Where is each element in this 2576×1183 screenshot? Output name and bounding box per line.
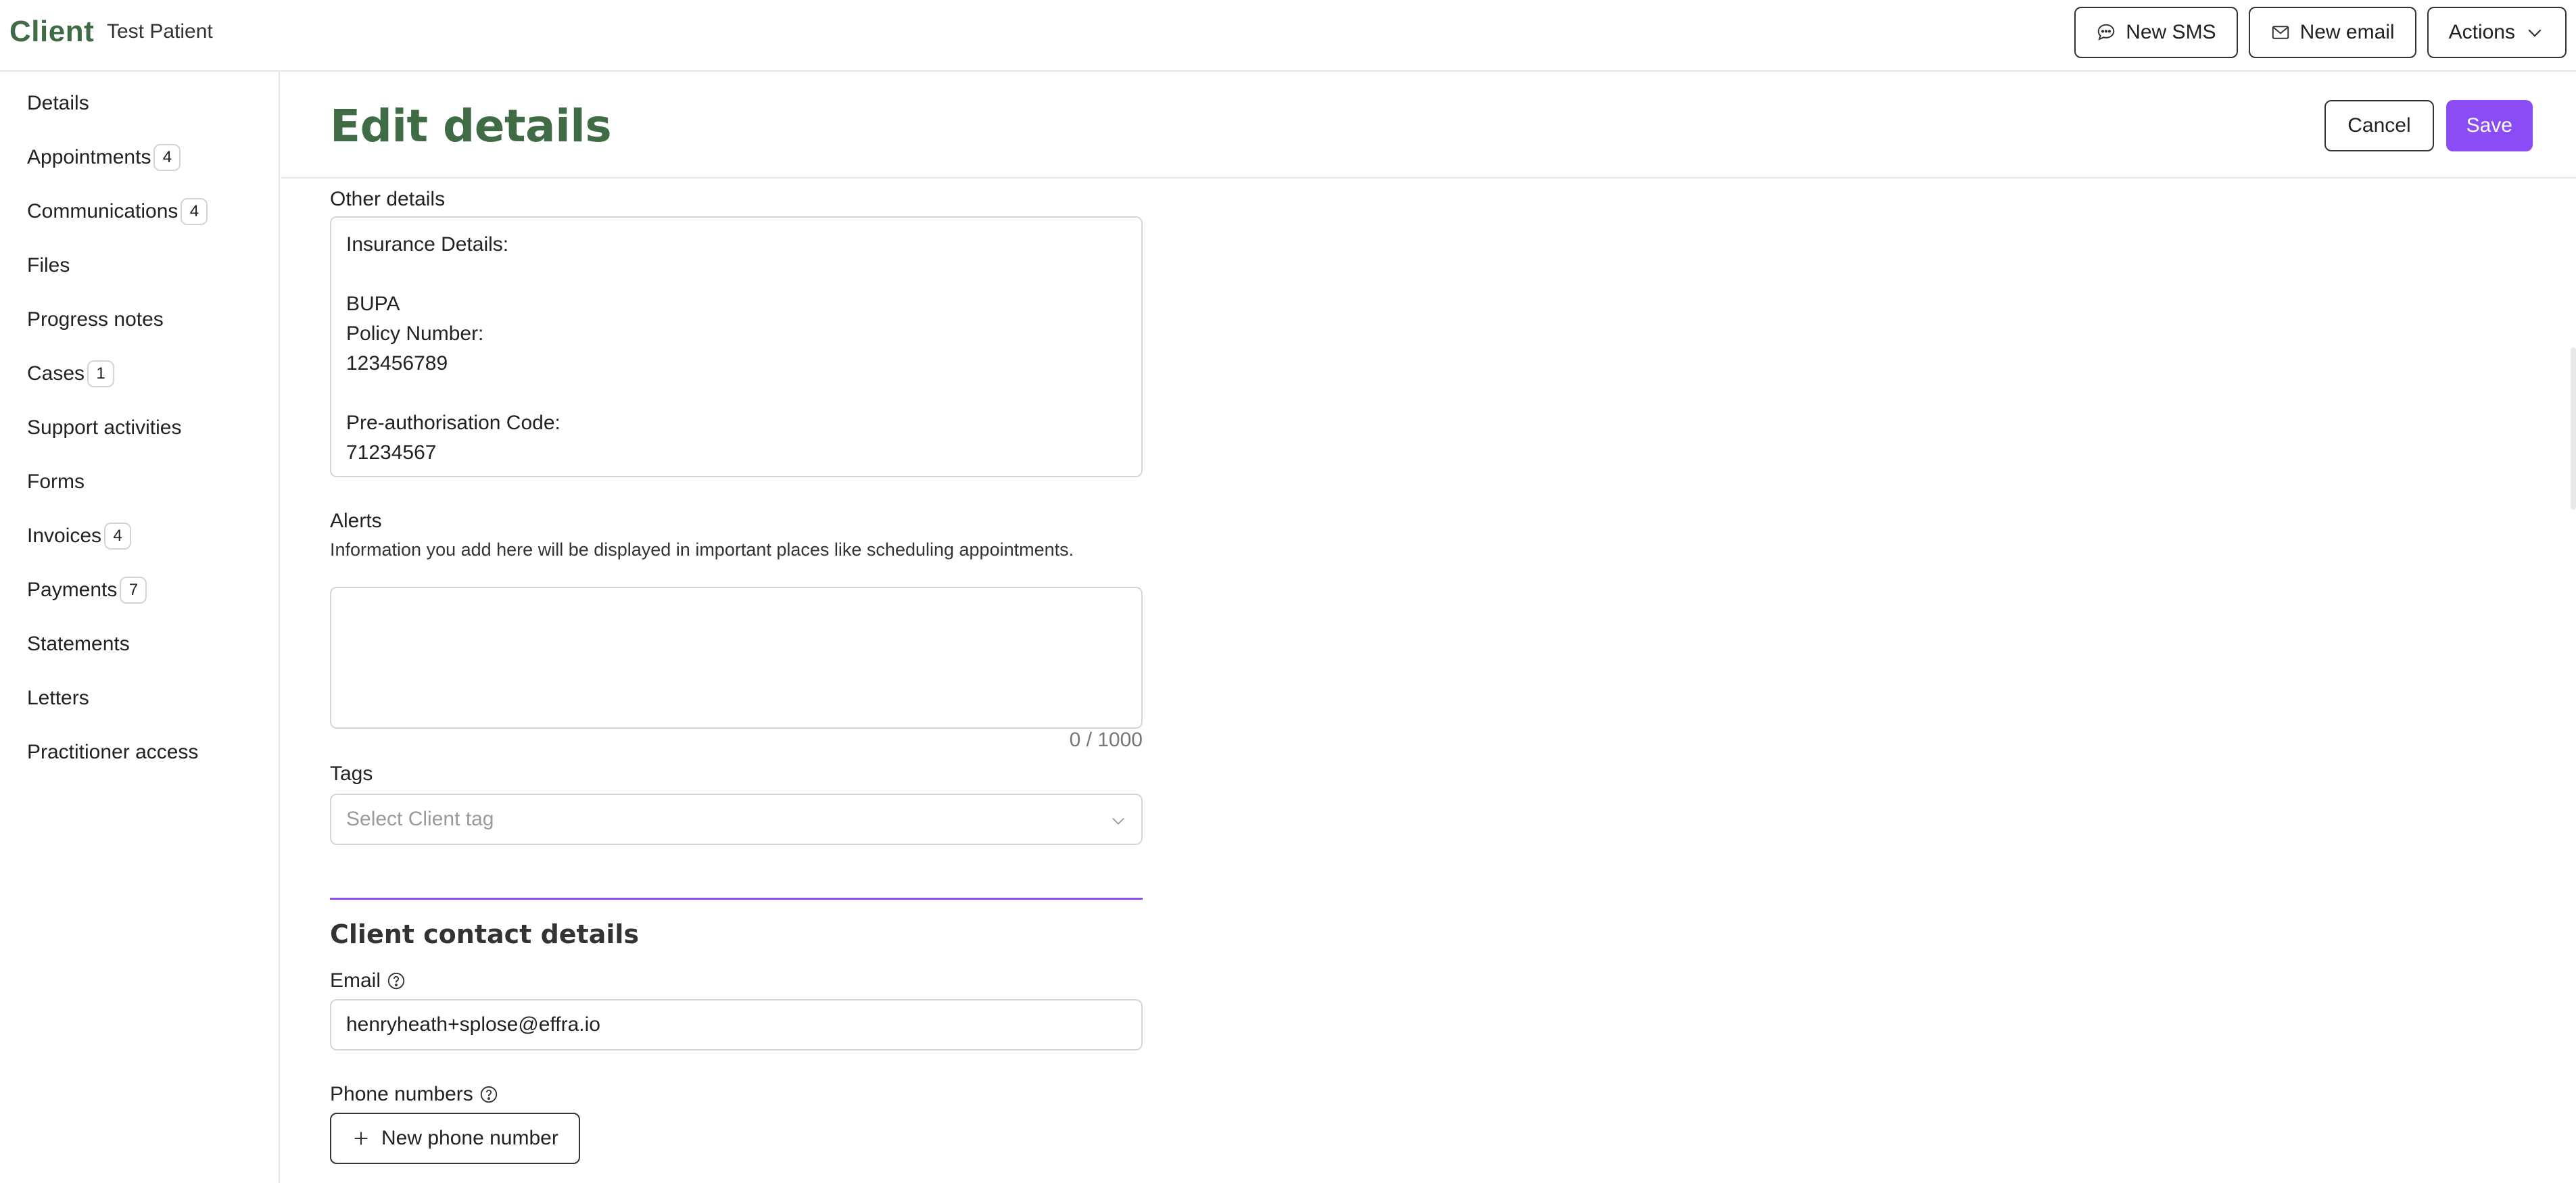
sidebar-item-practitioner-access[interactable]: Practitioner access	[27, 732, 198, 773]
sidebar-item-label: Cases	[27, 362, 85, 385]
phone-numbers-label-text: Phone numbers	[330, 1083, 473, 1105]
tags-label: Tags	[330, 763, 373, 785]
actions-dropdown-button[interactable]: Actions	[2427, 7, 2567, 58]
new-phone-number-label: New phone number	[381, 1127, 558, 1149]
sidebar-item-label: Appointments	[27, 146, 151, 168]
alerts-textarea[interactable]	[330, 587, 1143, 729]
header-actions: Cancel Save	[2324, 100, 2533, 151]
client-contact-details-title: Client contact details	[330, 919, 640, 949]
count-badge: 4	[181, 198, 208, 225]
alerts-helper-text: Information you add here will be display…	[330, 539, 1074, 560]
email-field[interactable]: henryheath+splose@effra.io	[330, 999, 1143, 1051]
sidebar-item-label: Progress notes	[27, 308, 164, 331]
new-email-label: New email	[2299, 21, 2395, 43]
chat-bubble-icon	[2097, 24, 2115, 41]
sidebar-item-label: Forms	[27, 470, 85, 493]
new-sms-button[interactable]: New SMS	[2074, 7, 2238, 58]
email-label: Email	[330, 969, 406, 992]
sidebar-item-invoices[interactable]: Invoices 4	[27, 516, 132, 556]
alerts-label: Alerts	[330, 510, 382, 532]
sidebar: Details Appointments 4 Communications 4 …	[0, 72, 280, 1183]
sidebar-item-label: Payments	[27, 579, 118, 601]
other-details-textarea[interactable]	[330, 216, 1143, 477]
section-divider	[330, 898, 1143, 900]
phone-numbers-label: Phone numbers	[330, 1083, 499, 1106]
sidebar-item-letters[interactable]: Letters	[27, 678, 89, 719]
other-details-label: Other details	[330, 188, 446, 210]
envelope-icon	[2272, 26, 2289, 39]
sidebar-item-payments[interactable]: Payments 7	[27, 570, 147, 610]
sidebar-item-communications[interactable]: Communications 4	[27, 191, 208, 232]
sidebar-item-details[interactable]: Details	[27, 83, 89, 124]
sidebar-item-label: Statements	[27, 633, 130, 655]
page-header: Edit details Cancel Save	[281, 72, 2576, 178]
tags-select-placeholder: Select Client tag	[346, 808, 494, 830]
new-phone-number-button[interactable]: New phone number	[330, 1113, 580, 1164]
help-circle-icon[interactable]	[386, 971, 406, 991]
page-title: Edit details	[330, 100, 612, 152]
top-bar: Client Test Patient New SMS New email Ac…	[0, 0, 2576, 72]
patient-name: Test Patient	[107, 20, 213, 43]
sidebar-item-label: Invoices	[27, 525, 102, 547]
sidebar-item-label: Letters	[27, 687, 89, 709]
brand-title: Client	[9, 15, 95, 48]
alerts-character-counter: 0 / 1000	[1069, 729, 1143, 751]
scrollbar-thumb[interactable]	[2571, 347, 2576, 510]
sidebar-item-progress-notes[interactable]: Progress notes	[27, 299, 164, 340]
new-email-button[interactable]: New email	[2248, 7, 2416, 58]
save-button[interactable]: Save	[2446, 100, 2533, 151]
cancel-button[interactable]: Cancel	[2324, 100, 2434, 151]
sidebar-item-support-activities[interactable]: Support activities	[27, 408, 181, 448]
sidebar-item-label: Files	[27, 254, 70, 276]
count-badge: 7	[120, 577, 147, 604]
sidebar-item-statements[interactable]: Statements	[27, 624, 130, 665]
sidebar-item-label: Support activities	[27, 416, 182, 439]
sidebar-item-files[interactable]: Files	[27, 245, 70, 286]
email-label-text: Email	[330, 969, 381, 992]
tags-select[interactable]: Select Client tag	[330, 794, 1143, 845]
sidebar-item-label: Details	[27, 92, 89, 114]
chevron-down-icon	[1112, 817, 1124, 825]
sidebar-item-appointments[interactable]: Appointments 4	[27, 137, 181, 178]
sidebar-item-forms[interactable]: Forms	[27, 462, 85, 502]
new-sms-label: New SMS	[2126, 21, 2216, 43]
count-badge: 4	[104, 523, 132, 550]
chevron-down-icon	[2528, 29, 2542, 37]
sidebar-item-cases[interactable]: Cases 1	[27, 354, 115, 394]
email-field-value: henryheath+splose@effra.io	[346, 1013, 600, 1036]
sidebar-item-label: Practitioner access	[27, 741, 199, 763]
sidebar-item-label: Communications	[27, 200, 178, 222]
actions-label: Actions	[2448, 21, 2515, 43]
count-badge: 1	[87, 360, 115, 387]
count-badge: 4	[153, 144, 181, 171]
top-actions: New SMS New email Actions	[2074, 7, 2567, 58]
plus-icon	[354, 1132, 368, 1145]
help-circle-icon[interactable]	[479, 1084, 499, 1105]
